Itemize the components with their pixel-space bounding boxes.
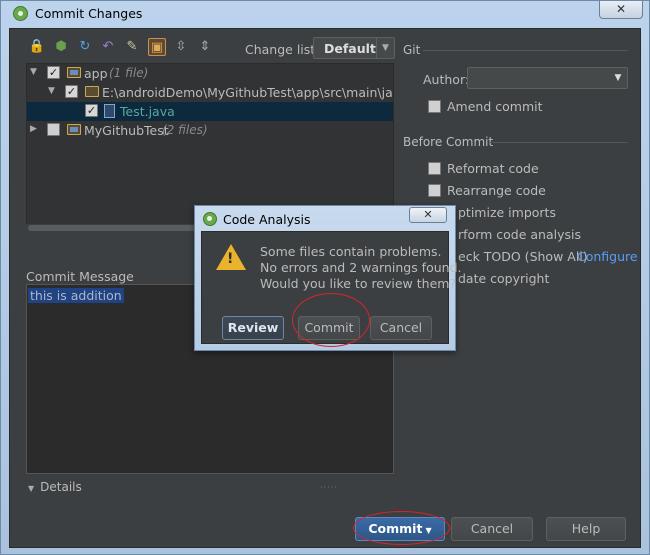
window-title: Commit Changes bbox=[35, 6, 143, 21]
commit-button[interactable]: Commit ▼ bbox=[355, 517, 445, 541]
help-button[interactable]: Help bbox=[546, 517, 626, 541]
code-analysis-dialog: Code Analysis ✕ ! Some files contain pro… bbox=[194, 205, 461, 351]
reformat-code-label: Reformat code bbox=[447, 161, 539, 176]
configure-link[interactable]: Configure bbox=[577, 249, 638, 264]
file-checkbox[interactable]: ✓ bbox=[85, 104, 98, 117]
path-checkbox[interactable]: ✓ bbox=[65, 85, 78, 98]
tree-row-mygithubtest[interactable]: ▶ MyGithubTest (2 files) bbox=[27, 121, 393, 140]
expand-arrow-icon[interactable]: ▼ bbox=[30, 67, 37, 77]
git-section-header: Git bbox=[403, 43, 421, 57]
dialog-title: Code Analysis bbox=[223, 212, 311, 227]
tree-row-label: app bbox=[84, 66, 108, 81]
section-divider bbox=[490, 142, 628, 143]
author-label: Author: bbox=[423, 72, 470, 87]
collapse-icon[interactable]: ⇕ bbox=[196, 38, 214, 56]
details-toggle[interactable]: ▼ Details bbox=[28, 480, 82, 494]
rearrange-code-checkbox[interactable] bbox=[428, 184, 441, 197]
triangle-down-icon: ▼ bbox=[28, 484, 35, 493]
android-studio-icon bbox=[203, 212, 217, 226]
check-todo-label: eck TODO (Show All) bbox=[458, 249, 588, 264]
expand-arrow-icon[interactable]: ▼ bbox=[48, 86, 55, 96]
dialog-body: ! Some files contain problems. No errors… bbox=[201, 231, 461, 344]
update-copyright-label: date copyright bbox=[458, 271, 550, 286]
changelist-select[interactable]: Default ▼ bbox=[313, 37, 395, 59]
sync-icon[interactable]: ↻ bbox=[76, 38, 94, 56]
reformat-code-checkbox[interactable] bbox=[428, 162, 441, 175]
commit-button-label: Commit bbox=[368, 521, 423, 536]
file-count: (2 files) bbox=[162, 123, 208, 137]
warning-exclamation-icon: ! bbox=[227, 251, 234, 267]
dialog-close-button[interactable]: ✕ bbox=[409, 207, 447, 223]
android-studio-icon bbox=[13, 6, 28, 21]
splitter-grip-icon[interactable]: ····· bbox=[320, 483, 338, 492]
changelist-label: Change list: bbox=[245, 42, 320, 57]
dialog-message-line: No errors and 2 warnings found. bbox=[260, 260, 462, 275]
collapse-arrow-icon[interactable]: ▶ bbox=[30, 124, 37, 134]
module-folder-icon bbox=[67, 67, 81, 78]
commit-message-label: Commit Message bbox=[26, 269, 134, 284]
tree-row-label: E:\androidDemo\MyGithubTest\app\src\main… bbox=[102, 85, 393, 100]
commit-message-text: this is addition bbox=[28, 288, 124, 303]
diff-icon[interactable]: ✎ bbox=[123, 38, 141, 56]
lock-icon[interactable]: 🔒 bbox=[28, 38, 46, 56]
title-bar: Commit Changes ✕ bbox=[1, 1, 649, 27]
java-file-icon bbox=[104, 104, 115, 118]
amend-commit-checkbox[interactable] bbox=[428, 100, 441, 113]
module-folder-icon bbox=[67, 124, 81, 135]
undo-icon[interactable]: ↶ bbox=[99, 38, 117, 56]
amend-commit-label: Amend commit bbox=[447, 99, 543, 114]
dialog-commit-button[interactable]: Commit bbox=[298, 316, 360, 340]
dialog-cancel-button[interactable]: Cancel bbox=[370, 316, 432, 340]
folder-icon bbox=[85, 86, 99, 97]
chevron-down-icon: ▼ bbox=[614, 73, 622, 83]
tree-row-test-java[interactable]: ✓ Test.java bbox=[27, 102, 393, 121]
chevron-down-icon: ▼ bbox=[425, 526, 432, 535]
tree-row-label: MyGithubTest bbox=[84, 123, 169, 138]
author-select[interactable]: ▼ bbox=[467, 67, 628, 89]
group-icon[interactable]: ▣ bbox=[148, 38, 166, 56]
file-count: (1 file) bbox=[109, 66, 149, 80]
expand-icon[interactable]: ⇳ bbox=[172, 38, 190, 56]
tree-row-app[interactable]: ▼ ✓ app (1 file) bbox=[27, 64, 393, 83]
tree-row-path[interactable]: ▼ ✓ E:\androidDemo\MyGithubTest\app\src\… bbox=[27, 83, 393, 102]
rearrange-code-label: Rearrange code bbox=[447, 183, 546, 198]
window-close-button[interactable]: ✕ bbox=[599, 1, 643, 19]
app-checkbox[interactable]: ✓ bbox=[47, 66, 60, 79]
tree-row-label: Test.java bbox=[120, 104, 175, 119]
cancel-button[interactable]: Cancel bbox=[451, 517, 533, 541]
optimize-imports-label: ptimize imports bbox=[458, 205, 556, 220]
dialog-message-line: Some files contain problems. bbox=[260, 244, 442, 259]
review-button[interactable]: Review bbox=[222, 316, 284, 340]
changelist-value: Default bbox=[324, 41, 376, 56]
dialog-message-line: Would you like to review them? bbox=[260, 276, 457, 291]
details-label: Details bbox=[40, 480, 82, 494]
code-analysis-label: rform code analysis bbox=[458, 227, 581, 242]
before-commit-header: Before Commit bbox=[403, 135, 494, 149]
refresh-icon[interactable]: ⬢ bbox=[52, 38, 70, 56]
project-checkbox[interactable] bbox=[47, 123, 60, 136]
chevron-down-icon: ▼ bbox=[376, 38, 394, 58]
section-divider bbox=[423, 50, 628, 51]
